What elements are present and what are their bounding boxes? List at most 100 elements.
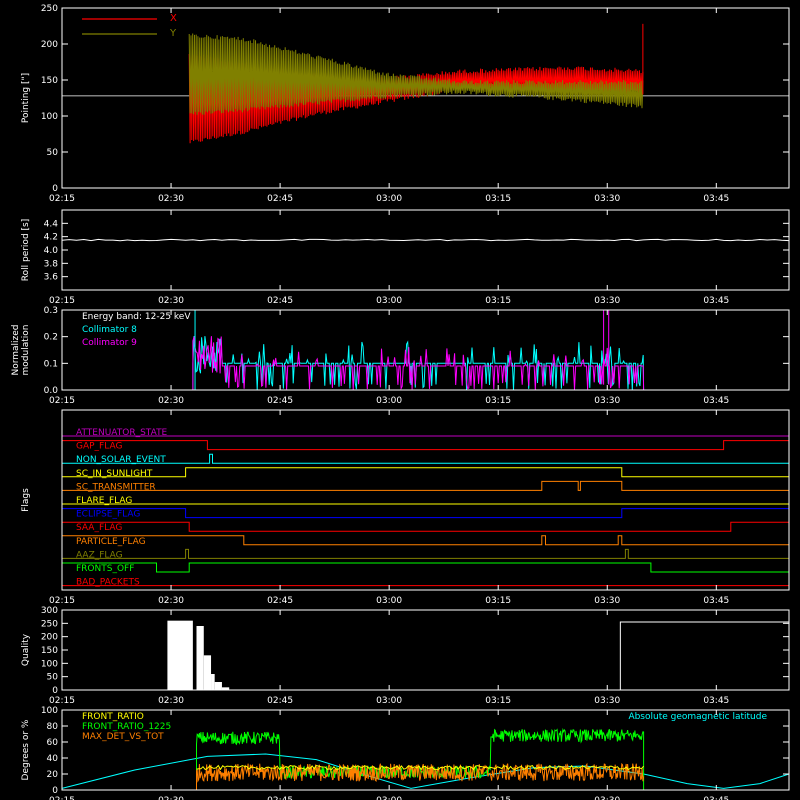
y-axis-label: Flags bbox=[21, 488, 31, 512]
flag-label: ATTENUATOR_STATE bbox=[76, 428, 168, 438]
legend-max-det-vs-tot: MAX_DET_VS_TOT bbox=[82, 732, 164, 742]
modulation-legend-title: Energy band: 12-25 keV bbox=[82, 312, 191, 322]
x-tick-label: 03:30 bbox=[594, 296, 620, 306]
y-tick-label: 20 bbox=[47, 770, 59, 780]
y-tick-label: 0 bbox=[52, 686, 58, 696]
x-tick-label: 02:30 bbox=[158, 596, 184, 606]
quality-bar bbox=[203, 655, 212, 690]
y-tick-label: 100 bbox=[41, 706, 58, 716]
y-tick-label: 0.2 bbox=[44, 333, 58, 343]
x-tick-label: 03:15 bbox=[485, 396, 511, 406]
quality-bar bbox=[196, 626, 204, 690]
y-tick-label: 200 bbox=[41, 633, 58, 643]
flag-label: SC_IN_SUNLIGHT bbox=[76, 469, 153, 479]
flag-label: GAP_FLAG bbox=[76, 442, 122, 452]
x-tick-label: 03:45 bbox=[703, 396, 729, 406]
modulation-legend-collimator-9: Collimator 9 bbox=[82, 338, 137, 348]
quality-bar bbox=[214, 682, 222, 690]
x-tick-label: 02:30 bbox=[158, 796, 184, 800]
x-tick-label: 03:15 bbox=[485, 296, 511, 306]
x-tick-label: 02:15 bbox=[49, 194, 75, 204]
legend-front-ratio-1225: FRONT_RATIO_1225 bbox=[82, 722, 171, 732]
x-tick-label: 02:15 bbox=[49, 796, 75, 800]
y-tick-label: 0.1 bbox=[44, 359, 58, 369]
y-tick-label: 200 bbox=[41, 40, 58, 50]
y-tick-label: 0 bbox=[52, 184, 58, 194]
flag-label: NON_SOLAR_EVENT bbox=[76, 455, 166, 465]
x-tick-label: 02:30 bbox=[158, 194, 184, 204]
y-tick-label: 50 bbox=[47, 673, 59, 683]
y-axis-label: Normalized bbox=[11, 324, 21, 375]
flag-label: FRONTS_OFF bbox=[76, 564, 134, 574]
modulation-legend-collimator-8: Collimator 8 bbox=[82, 325, 137, 335]
x-tick-label: 03:00 bbox=[376, 796, 402, 800]
legend-label-y: Y bbox=[169, 28, 177, 39]
x-tick-label: 03:45 bbox=[703, 796, 729, 800]
legend-label-x: X bbox=[170, 13, 177, 24]
legend-front-ratio: FRONT_RATIO bbox=[82, 712, 144, 722]
x-tick-label: 03:15 bbox=[485, 796, 511, 800]
x-tick-label: 02:45 bbox=[267, 194, 293, 204]
legend-geomagnetic-latitude: Absolute geomagnetic latitude bbox=[628, 712, 767, 722]
y-tick-label: 3.8 bbox=[44, 259, 59, 269]
x-tick-label: 03:00 bbox=[376, 194, 402, 204]
x-tick-label: 02:30 bbox=[158, 296, 184, 306]
x-tick-label: 03:30 bbox=[594, 696, 620, 706]
y-axis-label: Degrees or % bbox=[21, 719, 31, 780]
y-tick-label: 40 bbox=[47, 754, 59, 764]
flag-label: FLARE_FLAG bbox=[76, 496, 132, 506]
x-tick-label: 03:15 bbox=[485, 596, 511, 606]
x-tick-label: 03:30 bbox=[594, 596, 620, 606]
y-axis-label: Roll period [s] bbox=[21, 219, 31, 281]
flag-label: SAA_FLAG bbox=[76, 523, 122, 533]
y-tick-label: 100 bbox=[41, 112, 58, 122]
x-tick-label: 03:30 bbox=[594, 396, 620, 406]
quality-bar bbox=[211, 674, 215, 690]
x-tick-label: 02:15 bbox=[49, 396, 75, 406]
flag-label: ECLIPSE_FLAG bbox=[76, 510, 140, 520]
x-tick-label: 03:00 bbox=[376, 696, 402, 706]
y-tick-label: 300 bbox=[41, 606, 58, 616]
x-tick-label: 03:30 bbox=[594, 796, 620, 800]
quality-bar bbox=[167, 620, 193, 690]
y-tick-label: 250 bbox=[41, 619, 58, 629]
y-axis-label: Quality bbox=[21, 633, 31, 666]
y-tick-label: 4.4 bbox=[44, 219, 59, 229]
x-tick-label: 02:45 bbox=[267, 796, 293, 800]
x-tick-label: 02:45 bbox=[267, 596, 293, 606]
y-tick-label: 0.0 bbox=[44, 386, 59, 396]
x-tick-label: 02:45 bbox=[267, 696, 293, 706]
flag-label: AAZ_FLAG bbox=[76, 550, 123, 560]
y-tick-label: 0.3 bbox=[44, 306, 58, 316]
x-tick-label: 02:30 bbox=[158, 696, 184, 706]
y-axis-label: Pointing ["] bbox=[21, 73, 31, 123]
y-tick-label: 60 bbox=[47, 738, 59, 748]
x-tick-label: 02:30 bbox=[158, 396, 184, 406]
x-tick-label: 03:30 bbox=[594, 194, 620, 204]
x-tick-label: 03:00 bbox=[376, 296, 402, 306]
y-tick-label: 150 bbox=[41, 646, 58, 656]
x-tick-label: 02:45 bbox=[267, 396, 293, 406]
x-tick-label: 03:15 bbox=[485, 194, 511, 204]
multi-panel-chart: XY 02:15 02:30 02:45 03:00 03:15 03:30 03:45 0 50… bbox=[0, 0, 800, 800]
y-tick-label: 80 bbox=[47, 722, 59, 732]
x-tick-label: 03:00 bbox=[376, 396, 402, 406]
flag-label: SC_TRANSMITTER bbox=[76, 482, 156, 492]
x-tick-label: 03:45 bbox=[703, 296, 729, 306]
y-tick-label: 100 bbox=[41, 659, 58, 669]
y-tick-label: 150 bbox=[41, 76, 58, 86]
y-tick-label: 4.0 bbox=[44, 246, 59, 256]
y-tick-label: 3.6 bbox=[44, 273, 59, 283]
y-axis-label: modulation bbox=[21, 325, 31, 376]
y-tick-label: 250 bbox=[41, 4, 58, 14]
flag-label: PARTICLE_FLAG bbox=[76, 537, 146, 547]
y-tick-label: 0 bbox=[52, 786, 58, 796]
x-tick-label: 02:15 bbox=[49, 296, 75, 306]
x-tick-label: 03:45 bbox=[703, 696, 729, 706]
x-tick-label: 02:15 bbox=[49, 596, 75, 606]
x-tick-label: 02:45 bbox=[267, 296, 293, 306]
y-tick-label: 4.2 bbox=[44, 233, 58, 243]
x-tick-label: 03:45 bbox=[703, 194, 729, 204]
x-tick-label: 03:45 bbox=[703, 596, 729, 606]
x-tick-label: 02:15 bbox=[49, 696, 75, 706]
